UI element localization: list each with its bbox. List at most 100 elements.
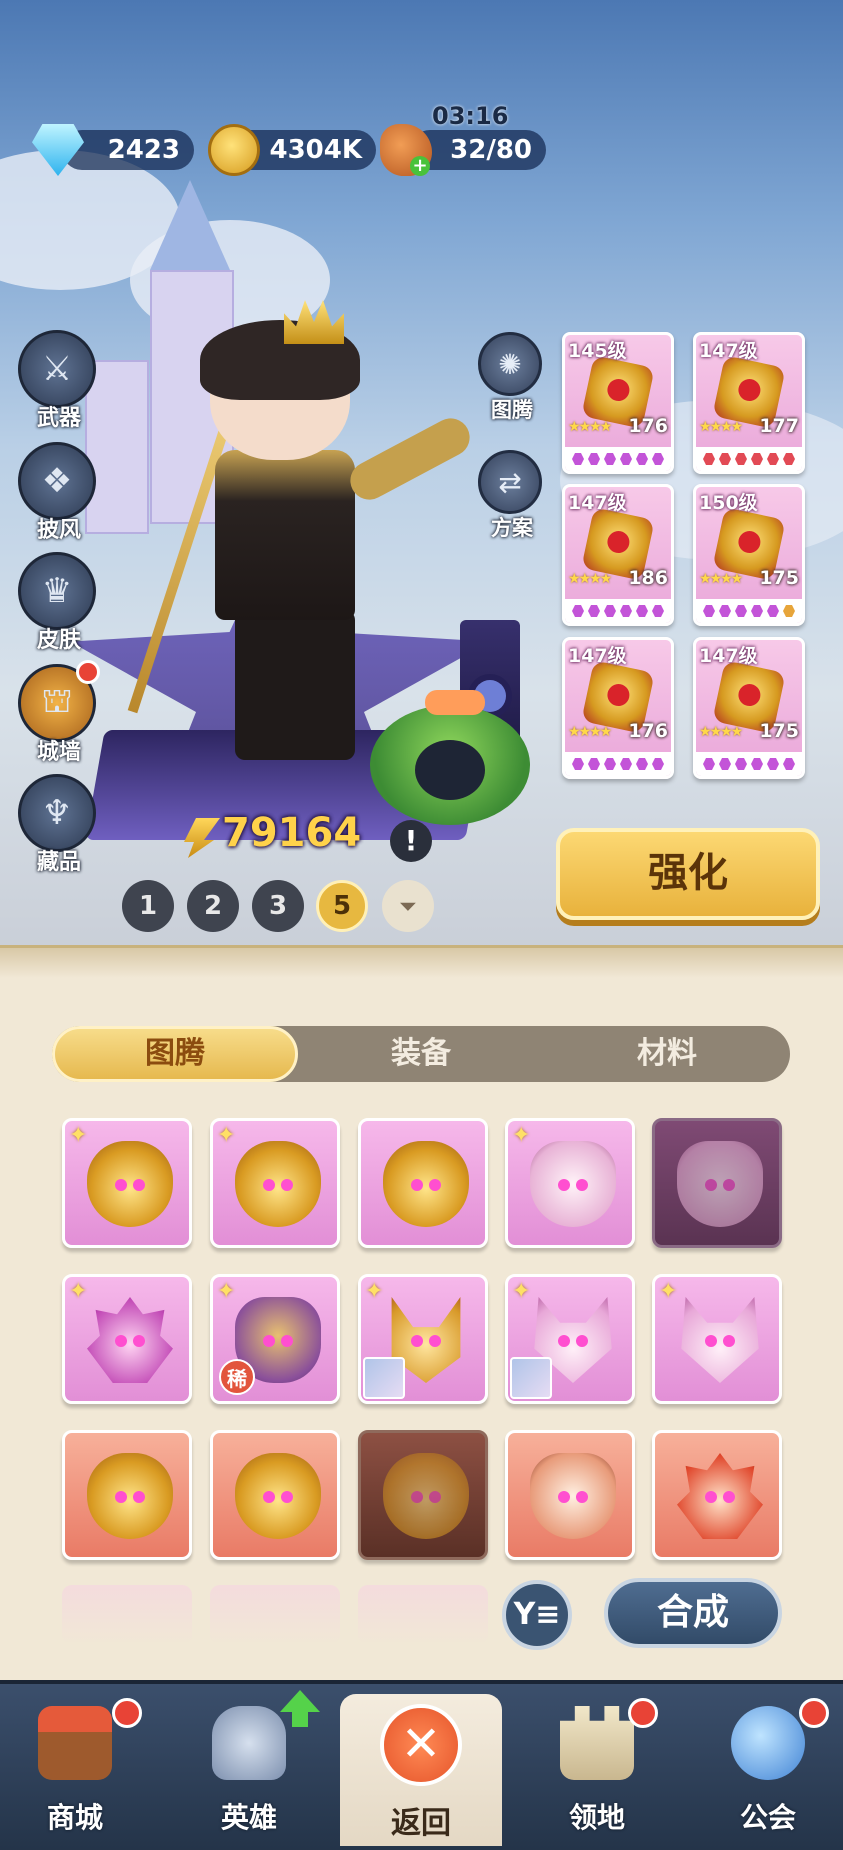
mask-eyes xyxy=(411,1335,441,1347)
castle-roof xyxy=(150,180,230,270)
nav-territory[interactable]: 领地 xyxy=(522,1690,672,1840)
totem-slot[interactable]: ✦ xyxy=(505,1274,635,1404)
totem-slot[interactable] xyxy=(505,1430,635,1560)
totem-lion-icon xyxy=(87,1141,173,1227)
gem-slot-icon xyxy=(783,453,795,465)
equipment-slot[interactable]: 147级 ★★★★ 176 xyxy=(562,637,674,779)
totem-lion-icon xyxy=(383,1453,469,1539)
side-skin-button[interactable]: ♛ 皮肤 xyxy=(18,552,100,662)
equipment-score: 175 xyxy=(759,720,799,742)
totem-slot[interactable]: ✦ xyxy=(505,1118,635,1248)
mask-eyes xyxy=(115,1335,145,1347)
star-rating-icon: ★★★★ xyxy=(699,571,743,587)
side-weapon-label: 武器 xyxy=(36,406,81,431)
upgrade-arrow-stem xyxy=(292,1711,308,1727)
equipped-hero-avatar xyxy=(363,1357,405,1399)
equipment-level: 147级 xyxy=(699,340,758,362)
gem-slot-icon xyxy=(767,605,779,617)
add-stamina-icon[interactable]: + xyxy=(410,156,430,176)
nav-back[interactable]: ✕ 返回 xyxy=(340,1694,502,1846)
equipment-score: 186 xyxy=(628,567,668,589)
weapon-icon: ⚔ xyxy=(18,330,96,408)
totem-slot[interactable]: ✦ 稀 xyxy=(210,1274,340,1404)
totem-shortcut-label: 图腾 xyxy=(491,398,533,422)
totem-crest-icon xyxy=(87,1297,173,1383)
preset-3-button[interactable]: 3 xyxy=(252,880,304,932)
equipment-slot[interactable]: 147级 ★★★★ 186 xyxy=(562,484,674,626)
preset-5-button[interactable]: 5 xyxy=(316,880,368,932)
side-wall-label: 城墙 xyxy=(36,740,81,765)
totem-slot[interactable]: ✦ xyxy=(62,1274,192,1404)
totem-skull-icon xyxy=(677,1141,763,1227)
gem-slot-icon xyxy=(783,758,795,770)
gem-slot-icon xyxy=(604,758,616,770)
totem-slot[interactable] xyxy=(652,1118,782,1248)
totem-slot[interactable]: ✦ xyxy=(652,1274,782,1404)
equipment-slot[interactable]: 145级 ★★★★ 176 xyxy=(562,332,674,474)
preset-dropdown-button[interactable]: ⏷ xyxy=(382,880,434,932)
side-wall-button[interactable]: ⛫ 城墙 xyxy=(18,660,100,774)
alert-icon[interactable]: ! xyxy=(390,820,432,862)
equipment-slot[interactable]: 147级 ★★★★ 175 xyxy=(693,637,805,779)
gem-slot-icon xyxy=(735,758,747,770)
pet-character[interactable] xyxy=(370,690,530,825)
side-collection-button[interactable]: ♆ 藏品 xyxy=(18,774,100,884)
side-weapon-button[interactable]: ⚔ 武器 xyxy=(18,330,100,440)
totem-slot[interactable] xyxy=(210,1430,340,1560)
preset-plan-button[interactable]: ⇄ 方案 xyxy=(478,450,546,550)
totem-shortcut-button[interactable]: ✺ 图腾 xyxy=(478,332,546,432)
equipment-slot[interactable]: 147级 ★★★★ 177 xyxy=(693,332,805,474)
side-cloak-button[interactable]: ❖ 披风 xyxy=(18,442,100,552)
upgrade-arrow-icon xyxy=(280,1690,320,1712)
equipment-score: 176 xyxy=(628,415,668,437)
nav-shop[interactable]: 商城 xyxy=(0,1690,150,1840)
hero-character[interactable] xyxy=(127,300,477,780)
totem-slot[interactable] xyxy=(62,1430,192,1560)
tab-equipment[interactable]: 装备 xyxy=(298,1026,544,1082)
mask-eyes xyxy=(705,1179,735,1191)
gem-slot-icon xyxy=(703,605,715,617)
equipped-hero-avatar xyxy=(510,1357,552,1399)
synthesize-button[interactable]: 合成 xyxy=(604,1578,782,1648)
filter-button[interactable]: Y≡ xyxy=(502,1580,572,1650)
gem-slots xyxy=(565,447,671,471)
equipment-level: 147级 xyxy=(699,645,758,667)
totem-slot[interactable] xyxy=(358,1430,488,1560)
preset-1-button[interactable]: 1 xyxy=(122,880,174,932)
tab-materials[interactable]: 材料 xyxy=(544,1026,790,1082)
tab-totem[interactable]: 图腾 xyxy=(52,1026,298,1082)
sparkle-icon: ✦ xyxy=(217,1279,236,1304)
totem-slot[interactable]: ✦ xyxy=(62,1118,192,1248)
gold-value: 4304K xyxy=(269,135,362,165)
totem-slot[interactable] xyxy=(652,1430,782,1560)
equipment-slot[interactable]: 150级 ★★★★ 175 xyxy=(693,484,805,626)
gem-slot-icon xyxy=(604,453,616,465)
preset-2-button[interactable]: 2 xyxy=(187,880,239,932)
mask-eyes xyxy=(558,1335,588,1347)
gems-counter[interactable]: 2423 xyxy=(62,130,194,170)
hero-legs xyxy=(235,610,355,760)
collection-icon: ♆ xyxy=(18,774,96,852)
mask-eyes xyxy=(705,1335,735,1347)
coin-icon xyxy=(208,124,260,176)
totem-slot[interactable]: ✦ xyxy=(210,1118,340,1248)
gem-slot-icon xyxy=(620,758,632,770)
side-cloak-label: 披风 xyxy=(36,518,81,543)
enhance-button[interactable]: 强化 xyxy=(556,828,820,920)
side-collection-label: 藏品 xyxy=(36,850,81,875)
stamina-value: 32/80 xyxy=(450,135,532,165)
mask-eyes xyxy=(263,1335,293,1347)
hero-arm xyxy=(343,411,477,507)
gem-slot-icon xyxy=(620,453,632,465)
gem-slot-icon xyxy=(703,758,715,770)
totem-lion-icon xyxy=(235,1141,321,1227)
totem-icon: ✺ xyxy=(478,332,542,396)
totem-slot[interactable] xyxy=(358,1118,488,1248)
nav-guild[interactable]: 公会 xyxy=(693,1690,843,1840)
mask-eyes xyxy=(411,1491,441,1503)
notification-dot xyxy=(112,1698,142,1728)
cloak-icon: ❖ xyxy=(18,442,96,520)
equipment-level: 150级 xyxy=(699,492,758,514)
mask-eyes xyxy=(115,1179,145,1191)
totem-slot[interactable]: ✦ xyxy=(358,1274,488,1404)
